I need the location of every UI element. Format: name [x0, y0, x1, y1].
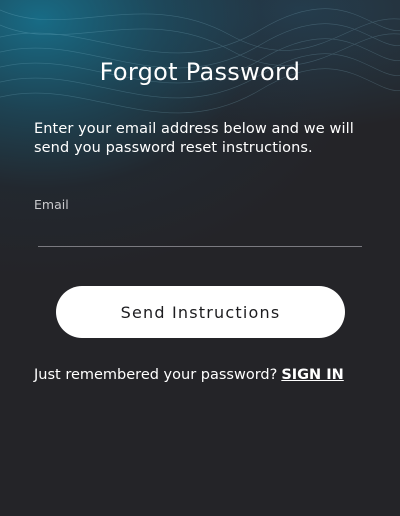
signin-prompt: Just remembered your password? SIGN IN	[34, 367, 374, 383]
signin-link[interactable]: SIGN IN	[281, 367, 343, 383]
instructions-text: Enter your email address below and we wi…	[34, 121, 354, 156]
page-title: Forgot Password	[99, 58, 301, 87]
send-instructions-button[interactable]: Send Instructions	[56, 286, 345, 338]
forgot-password-screen: Forgot Password Enter your email address…	[0, 0, 400, 516]
email-field[interactable]	[38, 214, 362, 247]
email-label: Email	[34, 197, 69, 212]
signin-prompt-text: Just remembered your password?	[34, 367, 278, 383]
